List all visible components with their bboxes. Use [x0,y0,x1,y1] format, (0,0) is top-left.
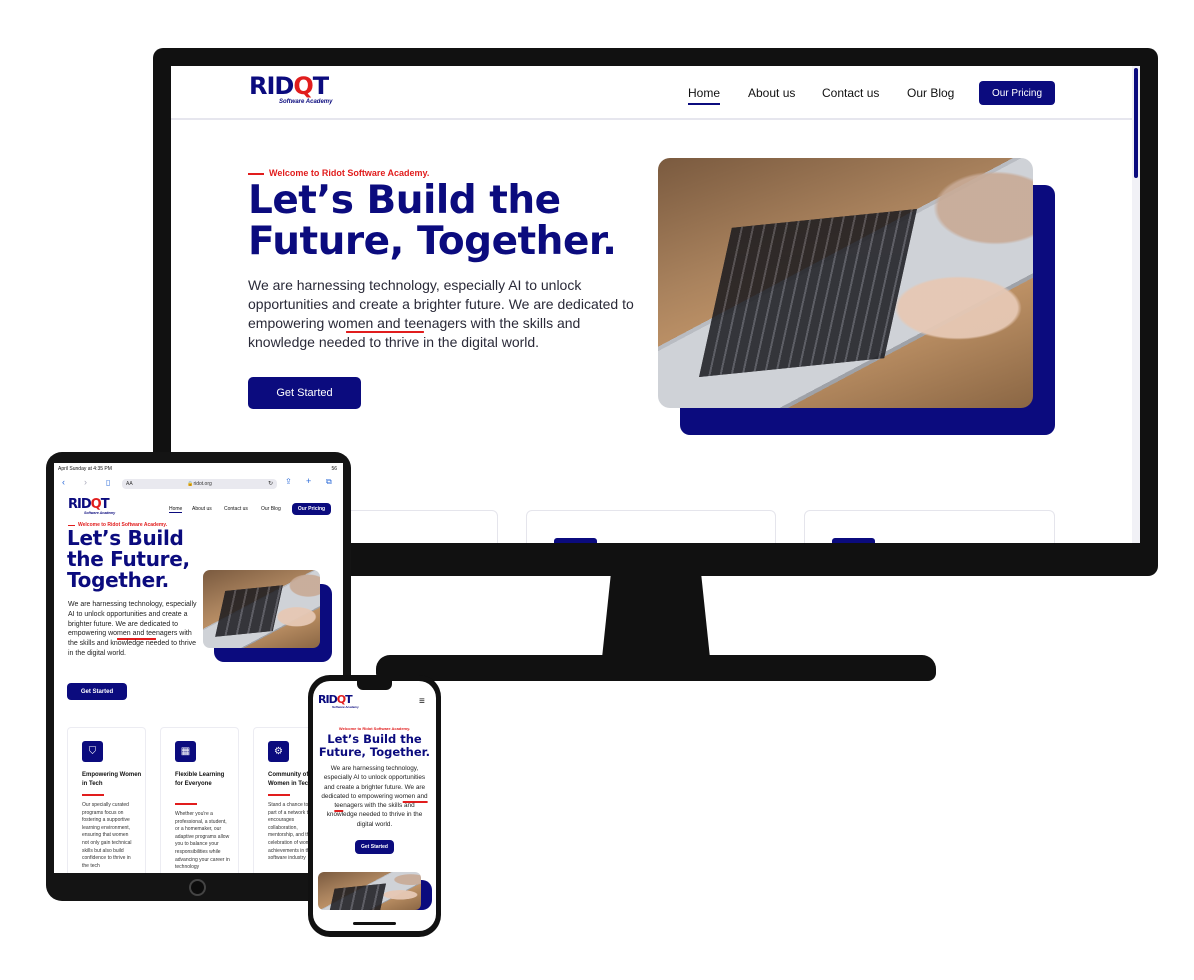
certificate-icon: ⛉ [82,741,103,762]
monitor-stand-base [376,655,936,681]
headline-line-1: Let’s Build [67,526,184,550]
phone-hero-tagline: Welcome to Ridot Software Academy. [338,726,411,731]
hero-description-highlight: men and tee [117,630,156,638]
community-icon: ⚙ [268,741,289,762]
tablet-nav-blog[interactable]: Our Blog [261,506,281,512]
headline-line-1: Let’s Build the [248,178,561,223]
logo-subtitle: Software Academy [332,705,359,709]
tagline-dash [248,173,264,175]
card-title: Empowering Women in Tech [82,772,142,787]
hero-tagline: Welcome to Ridot Software Academy. [269,168,430,178]
share-icon[interactable]: ⇪ [285,478,292,486]
card-title: Flexible Learning for Everyone [175,772,225,787]
logo-text-end: T [100,497,110,512]
hero-headline: Let’s Build the Future, Together. [248,180,668,262]
card-title-underline [82,794,104,796]
phone-site-logo[interactable]: RIDQT Software Academy [318,694,359,709]
tablet-status-time: April Sunday at 4:35 PM [58,466,112,472]
tablet-home-button[interactable] [189,879,206,896]
tablet-nav-about[interactable]: About us [192,506,212,512]
phone-hero-laptop-photo [318,872,421,910]
hamburger-menu-icon[interactable]: ≡ [419,697,425,707]
nav-contact[interactable]: Contact us [822,86,879,100]
tablet-hero-description: We are harnessing technology, especially… [68,600,198,659]
hero-laptop-photo [658,158,1033,408]
nav-home[interactable]: Home [688,86,721,105]
calendar-icon: ▦ [175,741,196,762]
browser-forward-icon[interactable]: › [84,478,87,487]
headline-line-2: the Future, [67,547,190,571]
pricing-button[interactable]: Our Pricing [979,81,1055,105]
site-logo[interactable]: RIDQT Software Academy [249,74,332,105]
logo-subtitle: Software Academy [84,511,116,515]
tablet-site-logo[interactable]: RIDQT Software Academy [68,498,115,515]
phone-screen: RIDQT Software Academy ≡ Welcome to Rido… [313,681,436,931]
card-icon-tab [554,538,597,543]
browser-url-bar[interactable]: AA 🔒 ridot.org ↻ [122,479,277,489]
tablet-nav-contact[interactable]: Contact us [224,506,248,512]
headline-line-3: Together. [67,568,169,592]
browser-book-icon[interactable]: ▯ [106,479,110,487]
logo-text: RID [68,497,92,512]
monitor-stand-neck [602,576,710,658]
new-tab-icon[interactable]: + [306,477,311,486]
tablet-feature-card: ⛉ Empowering Women in Tech Our specially… [67,727,146,873]
tablet-feature-card: ▦ Flexible Learning for Everyone Whether… [160,727,239,873]
laptop-keyboard [328,883,386,910]
feature-card [804,510,1055,543]
logo-subtitle: Software Academy [279,99,333,105]
feature-card [526,510,776,543]
phone-hero-headline: Let’s Build the Future, Together. [313,733,436,759]
tabs-overview-icon[interactable]: ⧉ [326,478,332,486]
nav-about[interactable]: About us [748,86,795,100]
site-header: RIDQT Software Academy Home About us Con… [171,66,1133,120]
laptop-keyboard [699,209,917,377]
nav-blog[interactable]: Our Blog [907,86,954,100]
tablet-nav-home[interactable]: Home [169,506,183,513]
laptop-keyboard [215,585,283,637]
logo-text: RID [249,72,294,100]
logo-text-end: T [312,72,329,100]
get-started-button[interactable]: Get Started [248,377,361,409]
card-title-underline [175,803,197,805]
logo-q-mark: Q [293,72,313,100]
tablet-screen: April Sunday at 4:35 PM 56 ‹ › ▯ AA 🔒 ri… [54,463,343,873]
phone-hero-description: We are harnessing technology, especially… [319,764,430,829]
hero-description-highlight: men and tee [346,315,424,331]
phone-home-indicator[interactable] [353,922,396,925]
page-scrollbar[interactable] [1132,66,1140,543]
tablet-status-battery: 56 [331,466,337,472]
tablet-pricing-button[interactable]: Our Pricing [292,503,331,515]
phone-get-started-button[interactable]: Get Started [355,840,394,854]
card-text: Whether you're a professional, a student… [175,811,230,871]
scrollbar-thumb[interactable] [1134,68,1138,178]
reload-icon[interactable]: ↻ [268,480,273,487]
card-icon-tab [832,538,875,543]
tablet-hero-headline: Let’s Build the Future, Together. [67,528,190,591]
browser-back-icon[interactable]: ‹ [62,478,65,487]
logo-q-mark: Q [90,497,102,512]
reader-mode-label[interactable]: AA [126,481,133,487]
card-text: Our specially curated programs focus on … [82,802,132,869]
hero-description: We are harnessing technology, especially… [248,276,648,352]
headline-line-2: Future, Together. [248,219,617,264]
tablet-hero-laptop-photo [203,570,320,648]
url-text: ridot.org [193,481,212,487]
card-title-underline [268,794,290,796]
headline-line-2: Future, Together. [318,745,431,759]
phone-notch [357,681,392,690]
tablet-get-started-button[interactable]: Get Started [67,683,127,700]
